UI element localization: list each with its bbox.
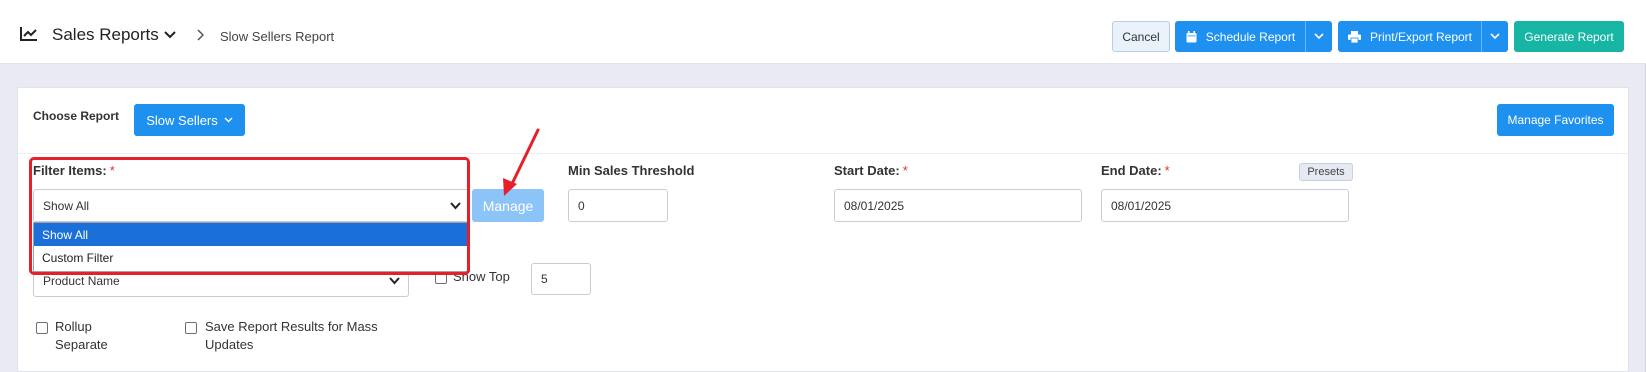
divider: [18, 153, 1628, 154]
rollup-label-line-1: Rollup: [55, 319, 92, 334]
print-export-button[interactable]: Print/Export Report: [1338, 21, 1508, 52]
presets-button[interactable]: Presets: [1299, 163, 1353, 181]
manage-button-label: Manage: [482, 197, 534, 214]
end-date-label-text: End Date:: [1101, 163, 1162, 178]
page-title[interactable]: Sales Reports: [52, 25, 159, 45]
option-custom-filter[interactable]: Custom Filter: [34, 246, 469, 269]
choose-report-dropdown[interactable]: Slow Sellers: [134, 104, 245, 136]
end-date-input[interactable]: 08/01/2025: [1101, 189, 1349, 222]
chevron-right-icon: [197, 29, 204, 41]
end-date-label: End Date: *: [1101, 163, 1170, 178]
cancel-button-label: Cancel: [1122, 29, 1160, 44]
save-results-line-1: Save Report Results for Mass: [205, 319, 378, 334]
start-date-value: 08/01/2025: [844, 198, 905, 213]
rollup-separate-checkbox[interactable]: [36, 322, 48, 334]
start-date-input[interactable]: 08/01/2025: [834, 189, 1082, 222]
schedule-report-label: Schedule Report: [1205, 29, 1296, 44]
printer-icon: [1347, 30, 1361, 43]
option-show-all[interactable]: Show All: [34, 223, 469, 246]
chevron-down-icon[interactable]: [164, 30, 176, 39]
chevron-down-icon: [1490, 33, 1500, 40]
save-results-checkbox[interactable]: [185, 322, 197, 334]
rollup-separate-label: Rollup Separate: [55, 318, 108, 354]
rollup-label-line-2: Separate: [55, 337, 108, 352]
breadcrumb: Slow Sellers Report: [220, 29, 335, 44]
selected-report: Slow Sellers: [146, 112, 218, 128]
save-results-label: Save Report Results for Mass Updates: [205, 318, 378, 354]
min-sales-input[interactable]: 0: [568, 189, 668, 222]
min-sales-value: 0: [578, 198, 585, 213]
manage-favorites-label: Manage Favorites: [1507, 113, 1604, 127]
filter-items-select[interactable]: Show All: [33, 189, 470, 222]
print-dropdown-toggle[interactable]: [1481, 21, 1508, 52]
schedule-dropdown-toggle[interactable]: [1305, 21, 1332, 52]
show-top-input[interactable]: 5: [531, 263, 591, 295]
print-export-label: Print/Export Report: [1369, 29, 1473, 44]
end-date-value: 08/01/2025: [1111, 198, 1172, 213]
show-top-value: 5: [541, 272, 548, 286]
filter-items-label-text: Filter Items:: [33, 163, 107, 178]
cancel-button[interactable]: Cancel: [1112, 21, 1170, 52]
generate-report-button[interactable]: Generate Report: [1514, 21, 1624, 52]
chevron-down-icon: [450, 201, 461, 209]
required-mark: *: [1164, 163, 1170, 178]
manage-favorites-button[interactable]: Manage Favorites: [1497, 104, 1614, 136]
manage-button[interactable]: Manage: [472, 189, 544, 222]
save-results-line-2: Updates: [205, 337, 254, 352]
chevron-down-icon: [224, 117, 233, 123]
start-date-label: Start Date: *: [834, 163, 908, 178]
presets-label: Presets: [1307, 166, 1345, 178]
show-top-checkbox[interactable]: [435, 272, 447, 284]
app-window: Sales Reports Slow Sellers Report Cancel…: [0, 0, 1646, 372]
group-by-value: Product Name: [43, 274, 120, 288]
filter-items-label: Filter Items: *: [33, 163, 115, 178]
min-sales-label: Min Sales Threshold: [568, 163, 695, 178]
generate-report-label: Generate Report: [1524, 29, 1614, 44]
required-mark: *: [109, 163, 115, 178]
chevron-down-icon: [389, 277, 400, 285]
line-chart-icon: [20, 27, 37, 41]
schedule-report-button[interactable]: Schedule Report: [1175, 21, 1332, 52]
filter-items-value: Show All: [43, 198, 90, 213]
header-bar: Sales Reports Slow Sellers Report Cancel…: [0, 0, 1646, 64]
calendar-icon: [1186, 30, 1197, 43]
choose-report-label: Choose Report: [33, 109, 120, 123]
start-date-label-text: Start Date:: [834, 163, 900, 178]
chevron-down-icon: [1314, 33, 1324, 40]
filter-items-dropdown-list: Show All Custom Filter: [33, 222, 470, 272]
required-mark: *: [902, 163, 908, 178]
